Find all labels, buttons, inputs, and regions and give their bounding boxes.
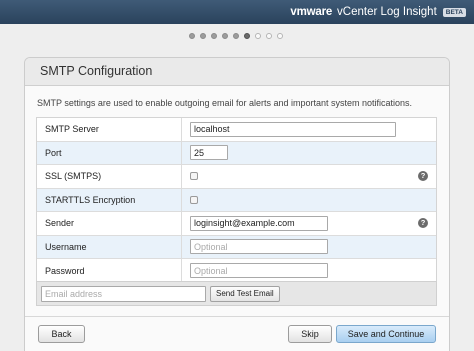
smtp-server-input[interactable] [190, 121, 396, 137]
port-input[interactable] [190, 145, 228, 161]
product-name: vCenter Log Insight [337, 6, 437, 18]
step-dot-2 [200, 33, 206, 39]
password-label: Password [37, 259, 182, 283]
back-button[interactable]: Back [38, 325, 85, 343]
smtp-server-row: SMTP Server [37, 118, 436, 142]
step-dot-9 [277, 33, 283, 39]
ssl-label: SSL (SMTPS) [37, 165, 182, 188]
sender-row: Sender ? [37, 212, 436, 236]
test-email-bar: Send Test Email [36, 281, 437, 306]
smtp-config-panel: SMTP Configuration SMTP settings are use… [24, 57, 450, 351]
step-dot-4 [222, 33, 228, 39]
password-input[interactable] [190, 263, 328, 279]
port-row: Port [37, 141, 436, 165]
top-bar: vmware vCenter Log Insight BETA [0, 0, 474, 24]
sender-help-icon[interactable]: ? [418, 218, 428, 229]
starttls-label: STARTTLS Encryption [37, 188, 182, 211]
page-title: SMTP Configuration [25, 58, 449, 86]
step-dot-6 [244, 33, 250, 39]
skip-button[interactable]: Skip [288, 325, 332, 343]
step-dot-8 [266, 33, 272, 39]
starttls-row: STARTTLS Encryption [37, 188, 436, 212]
starttls-checkbox[interactable] [190, 195, 198, 204]
vmware-logo: vmware [290, 6, 333, 18]
ssl-row: SSL (SMTPS) ? [37, 165, 436, 189]
step-dot-5 [233, 33, 239, 39]
step-dot-1 [189, 33, 195, 39]
test-email-input[interactable] [41, 285, 206, 302]
page-description: SMTP settings are used to enable outgoin… [37, 98, 413, 108]
sender-label: Sender [37, 212, 182, 235]
username-label: Username [37, 235, 182, 258]
step-dot-3 [211, 33, 217, 39]
password-row: Password [37, 259, 436, 283]
beta-badge: BETA [442, 7, 466, 17]
ssl-help-icon[interactable]: ? [418, 171, 428, 182]
sender-input[interactable] [190, 215, 328, 231]
username-input[interactable] [190, 239, 328, 255]
step-dot-7 [255, 33, 261, 39]
footer-divider [25, 316, 449, 317]
wizard-progress [0, 33, 473, 39]
smtp-server-label: SMTP Server [37, 118, 182, 141]
ssl-checkbox[interactable] [190, 172, 198, 181]
product-brand: vmware vCenter Log Insight BETA [290, 4, 466, 20]
smtp-form: SMTP Server Port SSL (SMTPS) ? STARTTLS … [36, 117, 437, 284]
save-and-continue-button[interactable]: Save and Continue [336, 325, 436, 343]
port-label: Port [37, 141, 182, 164]
username-row: Username [37, 235, 436, 259]
send-test-email-button[interactable]: Send Test Email [210, 285, 280, 302]
